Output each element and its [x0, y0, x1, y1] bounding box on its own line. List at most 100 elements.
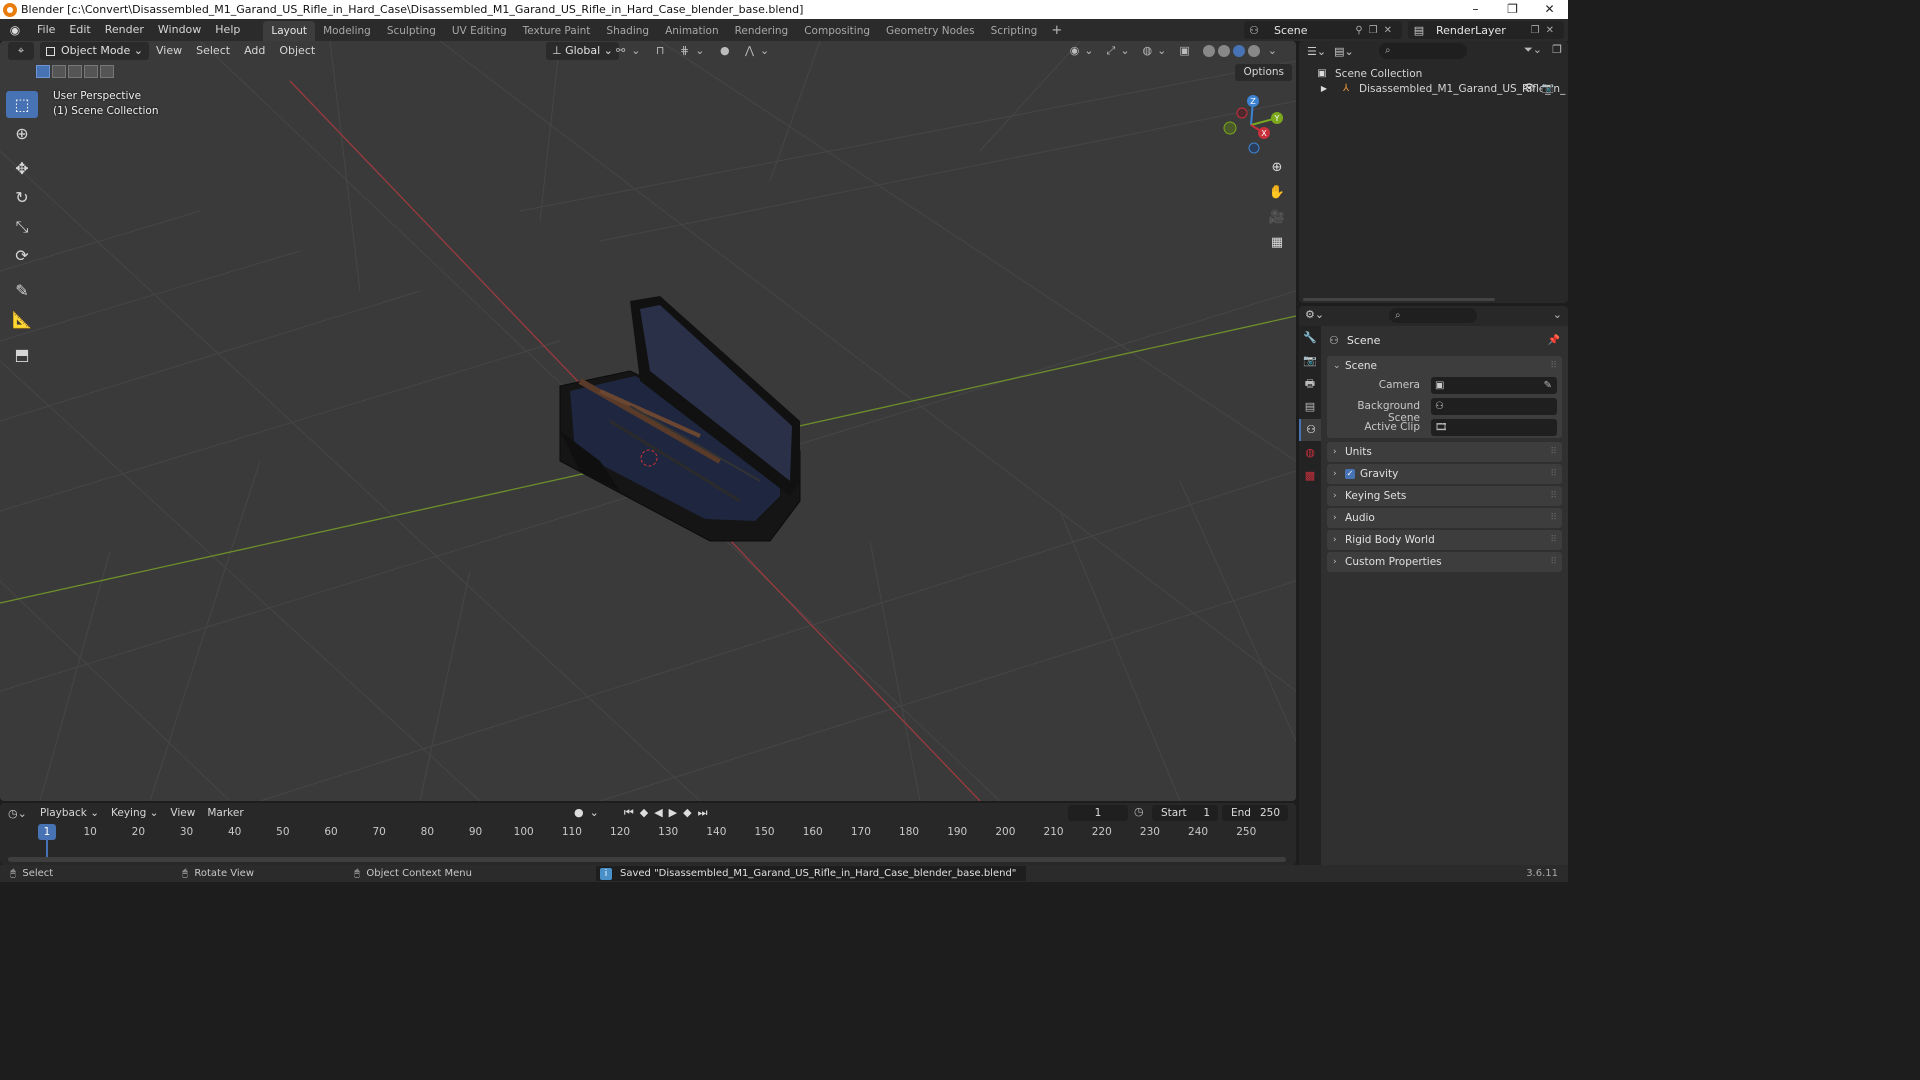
frame-ruler[interactable]: 10 20 30 40 50 60 70 80 90 100 110 120 130 140 150 160 1… [0, 824, 1296, 842]
tab-geometry-nodes[interactable]: Geometry Nodes [878, 21, 983, 41]
drag-grip-icon[interactable]: ⠿ [1550, 557, 1557, 567]
properties-options-icon[interactable]: ⌄ [1553, 308, 1562, 321]
background-scene-field[interactable]: ⚇ [1431, 398, 1557, 415]
select-extend-icon[interactable] [52, 65, 66, 78]
keying-sets-panel-header[interactable]: › Keying Sets ⠿ [1327, 486, 1562, 506]
eyedropper-icon[interactable]: ✎ [1544, 377, 1552, 394]
outliner-row-object[interactable]: ▶ ⅄ Disassembled_M1_Garand_US_Rifle_in_ … [1299, 80, 1568, 97]
active-clip-field[interactable]: 🎞 [1431, 419, 1557, 436]
move-tool-icon[interactable]: ✥ [6, 155, 38, 182]
timeline-menu-playback[interactable]: Playback ⌄ [34, 803, 105, 823]
view-layer-tab-icon[interactable]: ▤ [1299, 396, 1321, 418]
minimize-button[interactable]: – [1457, 0, 1494, 19]
editor-type-icon[interactable]: ⌖ [8, 42, 34, 60]
drag-grip-icon[interactable]: ⠿ [1550, 513, 1557, 523]
viewport-menu-object[interactable]: Object [272, 41, 322, 61]
xray-icon[interactable]: ▣ [1179, 42, 1194, 60]
world-tab-icon[interactable]: ◍ [1299, 442, 1321, 464]
zoom-icon[interactable]: ⊕ [1266, 157, 1288, 179]
keying-sets-panel[interactable]: › Keying Sets ⠿ [1327, 486, 1562, 506]
rendered-shading-icon[interactable] [1247, 45, 1260, 57]
transform-tool-icon[interactable]: ⟳ [6, 242, 38, 269]
tab-shading[interactable]: Shading [598, 21, 657, 41]
new-collection-icon[interactable]: ❐ [1552, 43, 1562, 56]
options-dropdown[interactable]: Options [1235, 64, 1292, 81]
shading-dropdown-icon[interactable]: ⌄ [1268, 42, 1282, 60]
preview-range-icon[interactable]: ◷ [1134, 805, 1144, 818]
prev-keyframe-icon[interactable]: ◆ [640, 806, 654, 819]
outliner-editor-icon[interactable]: ☰⌄ [1307, 45, 1326, 58]
new-scene-icon[interactable]: ❐ [1369, 25, 1384, 36]
navigation-gizmo[interactable]: Z Y X [1218, 95, 1284, 155]
outliner-search-input[interactable]: ⌕ [1379, 43, 1467, 59]
view-layer-selector[interactable]: ▤ RenderLayer ❐✕ [1408, 21, 1564, 39]
output-tab-icon[interactable]: 🖶 [1299, 373, 1321, 395]
playhead-label[interactable]: 1 [38, 824, 56, 840]
visibility-icon[interactable]: ◉⌄ [1070, 42, 1099, 60]
viewport-menu-view[interactable]: View [149, 41, 189, 61]
snapping-controls[interactable]: ⚯⌄ ⊓ ⋕⌄ ● ⋀⌄ [616, 42, 775, 60]
scene-tab-icon[interactable]: ⚇ [1299, 419, 1321, 441]
scene-selector[interactable]: ⚇ Scene ⚲❐✕ [1244, 21, 1402, 39]
tab-compositing[interactable]: Compositing [796, 21, 878, 41]
camera-view-icon[interactable]: 🎥 [1266, 207, 1288, 229]
timeline-scrollbar[interactable] [8, 857, 1286, 862]
menu-edit[interactable]: Edit [62, 19, 97, 41]
add-cube-tool-icon[interactable]: ⬒ [6, 341, 38, 368]
rotate-tool-icon[interactable]: ↻ [6, 184, 38, 211]
menu-window[interactable]: Window [151, 19, 208, 41]
timeline-editor-icon[interactable]: ◷⌄ [8, 807, 34, 820]
start-frame-field[interactable]: Start 1 [1152, 805, 1218, 821]
measure-tool-icon[interactable]: 📐 [6, 306, 38, 333]
wireframe-shading-icon[interactable] [1202, 45, 1215, 57]
play-icon[interactable]: ▶ [669, 806, 683, 819]
tab-rendering[interactable]: Rendering [727, 21, 797, 41]
record-icon[interactable]: ●⌄ [574, 806, 605, 819]
cursor-tool-icon[interactable]: ⊕ [6, 120, 38, 147]
drag-grip-icon[interactable]: ⠿ [1550, 535, 1557, 545]
close-button[interactable]: ✕ [1531, 0, 1568, 19]
drag-grip-icon[interactable]: ⠿ [1550, 469, 1557, 479]
solid-shading-icon[interactable] [1217, 45, 1230, 57]
properties-editor-icon[interactable]: ⚙⌄ [1305, 308, 1324, 321]
3d-viewport[interactable]: ⌖ Object Mode ⌄ View Select Add Object ⊥… [0, 41, 1296, 801]
material-shading-icon[interactable] [1232, 45, 1245, 57]
tab-modeling[interactable]: Modeling [315, 21, 379, 41]
pan-hand-icon[interactable]: ✋ [1266, 182, 1288, 204]
gravity-checkbox[interactable]: ✓ [1345, 469, 1355, 479]
end-frame-field[interactable]: End 250 [1222, 805, 1288, 821]
timeline-menu-view[interactable]: View [164, 803, 201, 823]
timeline-menu-keying[interactable]: Keying ⌄ [105, 803, 164, 823]
drag-grip-icon[interactable]: ⠿ [1550, 491, 1557, 501]
jump-start-icon[interactable]: ⏮ [624, 806, 640, 819]
timeline-menu-marker[interactable]: Marker [201, 803, 249, 823]
outliner-scrollbar[interactable] [1303, 298, 1495, 301]
tool-tab-icon[interactable]: 🔧 [1299, 327, 1321, 349]
gravity-panel-header[interactable]: › ✓ Gravity ⠿ [1327, 464, 1562, 484]
add-workspace-button[interactable]: + [1045, 21, 1068, 41]
play-reverse-icon[interactable]: ◀ [654, 806, 668, 819]
pin-context-icon[interactable]: 📌 [1548, 335, 1560, 346]
jump-end-icon[interactable]: ⏭ [698, 806, 714, 819]
eye-icon[interactable]: 👁 [1523, 83, 1542, 94]
tab-scripting[interactable]: Scripting [983, 21, 1046, 41]
overlay-icon[interactable]: ◍⌄ [1143, 42, 1172, 60]
tab-uv-editing[interactable]: UV Editing [444, 21, 515, 41]
viewport-menu-add[interactable]: Add [237, 41, 272, 61]
maximize-button[interactable]: ❐ [1494, 0, 1531, 19]
units-panel-header[interactable]: › Units ⠿ [1327, 442, 1562, 462]
next-keyframe-icon[interactable]: ◆ [683, 806, 697, 819]
properties-search-input[interactable]: ⌕ [1389, 308, 1477, 323]
gravity-panel[interactable]: › ✓ Gravity ⠿ [1327, 464, 1562, 484]
menu-render[interactable]: Render [98, 19, 151, 41]
drag-grip-icon[interactable]: ⠿ [1550, 447, 1557, 457]
select-intersect-icon[interactable] [100, 65, 114, 78]
rigid-body-world-panel-header[interactable]: › Rigid Body World ⠿ [1327, 530, 1562, 550]
camera-field[interactable]: ▣ ✎ [1431, 377, 1557, 394]
current-frame-field[interactable]: 1 [1068, 805, 1128, 821]
select-box-tool-icon[interactable]: ⬚ [6, 91, 38, 118]
display-mode-icon[interactable]: ▤⌄ [1334, 45, 1354, 58]
rigid-body-world-panel[interactable]: › Rigid Body World ⠿ [1327, 530, 1562, 550]
menu-file[interactable]: File [30, 19, 62, 41]
select-new-icon[interactable] [36, 65, 50, 78]
